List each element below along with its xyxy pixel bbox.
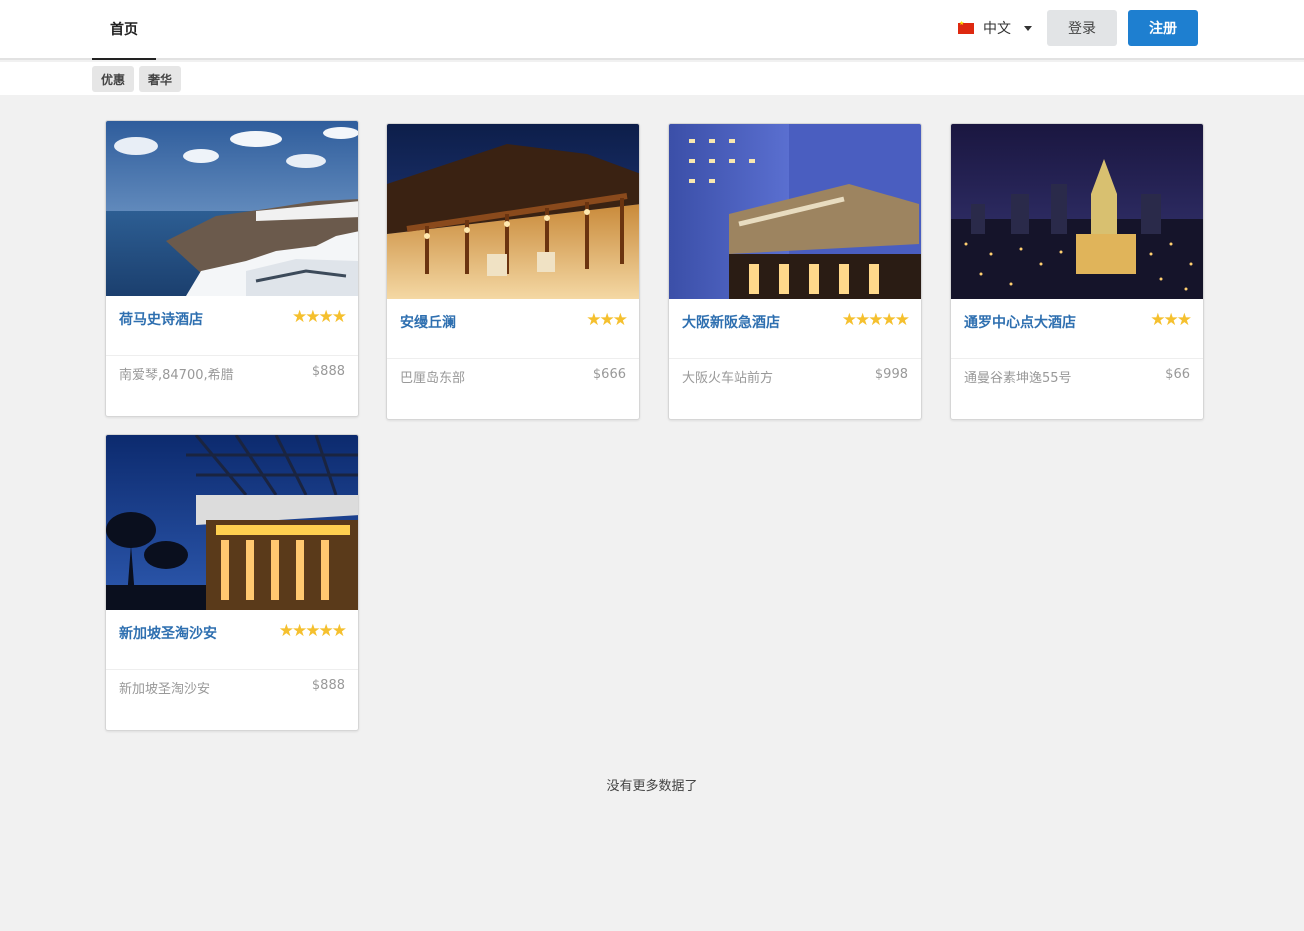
star-rating: ★★★ (1150, 310, 1192, 330)
star-icon: ★ (278, 621, 294, 641)
china-flag-icon (958, 20, 974, 34)
star-rating: ★★★ (586, 310, 628, 330)
star-icon: ★ (331, 621, 347, 641)
card-divider (106, 669, 358, 670)
hotel-address: 大阪火车站前方 (682, 371, 774, 386)
caret-down-icon (1024, 25, 1032, 31)
hotel-price: $998 (874, 367, 908, 382)
star-icon: ★ (292, 621, 307, 641)
hotel-image-bangkok (951, 124, 1203, 299)
hotel-address: 巴厘岛东部 (400, 371, 466, 386)
register-button[interactable]: 注册 (1128, 10, 1198, 46)
star-icon: ★ (612, 310, 628, 330)
card-divider (106, 355, 358, 356)
login-button[interactable]: 登录 (1047, 10, 1117, 46)
star-icon: ★ (894, 310, 910, 330)
hotel-image-santorini (106, 121, 358, 296)
card-divider (387, 358, 639, 359)
tag-filter-bar: 优惠 奢华 (0, 62, 1304, 95)
hotel-name: 荷马史诗酒店 (119, 312, 203, 328)
hotel-address: 通曼谷素坤逸55号 (964, 371, 1072, 386)
hotel-card[interactable]: 荷马史诗酒店 ★★★★ 南爱琴,84700,希腊 $888 (105, 120, 359, 417)
hotel-address: 新加坡圣淘沙安 (119, 682, 211, 697)
star-icon: ★ (881, 310, 897, 330)
language-label: 中文 (983, 21, 1011, 37)
hotel-image-osaka (669, 124, 921, 299)
hotel-image-sentosa (106, 435, 358, 610)
card-divider (951, 358, 1203, 359)
star-icon: ★ (1150, 310, 1165, 330)
star-icon: ★ (841, 310, 857, 330)
hotel-name: 新加坡圣淘沙安 (119, 626, 217, 642)
star-icon: ★ (586, 310, 601, 330)
hotel-address: 南爱琴,84700,希腊 (119, 368, 234, 383)
hotel-price: $888 (311, 364, 345, 379)
star-icon: ★ (331, 307, 347, 327)
hotel-price: $66 (1165, 367, 1190, 382)
card-divider (669, 358, 921, 359)
hotel-price: $888 (311, 678, 345, 693)
star-icon: ★ (305, 307, 320, 327)
star-icon: ★ (318, 307, 334, 327)
hotel-image-bali (387, 124, 639, 299)
tag-luxury[interactable]: 奢华 (139, 66, 182, 92)
star-icon: ★ (868, 310, 883, 330)
star-icon: ★ (318, 621, 334, 641)
star-icon: ★ (292, 307, 307, 327)
hotel-card[interactable]: 大阪新阪急酒店 ★★★★★ 大阪火车站前方 $998 (668, 123, 922, 420)
star-rating: ★★★★★ (841, 310, 910, 330)
hotel-card[interactable]: 新加坡圣淘沙安 ★★★★★ 新加坡圣淘沙安 $888 (105, 434, 359, 731)
hotel-name: 大阪新阪急酒店 (682, 315, 780, 331)
top-navbar: 首页 中文 登录 注册 (0, 0, 1304, 60)
star-rating: ★★★★★ (278, 621, 347, 641)
hotel-name: 通罗中心点大酒店 (964, 315, 1076, 331)
star-icon: ★ (1176, 310, 1192, 330)
star-rating: ★★★★ (292, 307, 347, 327)
nav-home-tab[interactable]: 首页 (92, 0, 156, 60)
language-selector[interactable]: 中文 (958, 17, 1032, 39)
hotel-price: $666 (592, 367, 626, 382)
star-icon: ★ (1163, 310, 1179, 330)
hotel-name: 安缦丘澜 (400, 315, 456, 331)
hotel-card[interactable]: 通罗中心点大酒店 ★★★ 通曼谷素坤逸55号 $66 (950, 123, 1204, 420)
no-more-data-text: 没有更多数据了 (606, 779, 698, 794)
star-icon: ★ (855, 310, 870, 330)
hotel-card[interactable]: 安缦丘澜 ★★★ 巴厘岛东部 $666 (386, 123, 640, 420)
star-icon: ★ (599, 310, 615, 330)
star-icon: ★ (305, 621, 320, 641)
tag-discount[interactable]: 优惠 (92, 66, 135, 92)
